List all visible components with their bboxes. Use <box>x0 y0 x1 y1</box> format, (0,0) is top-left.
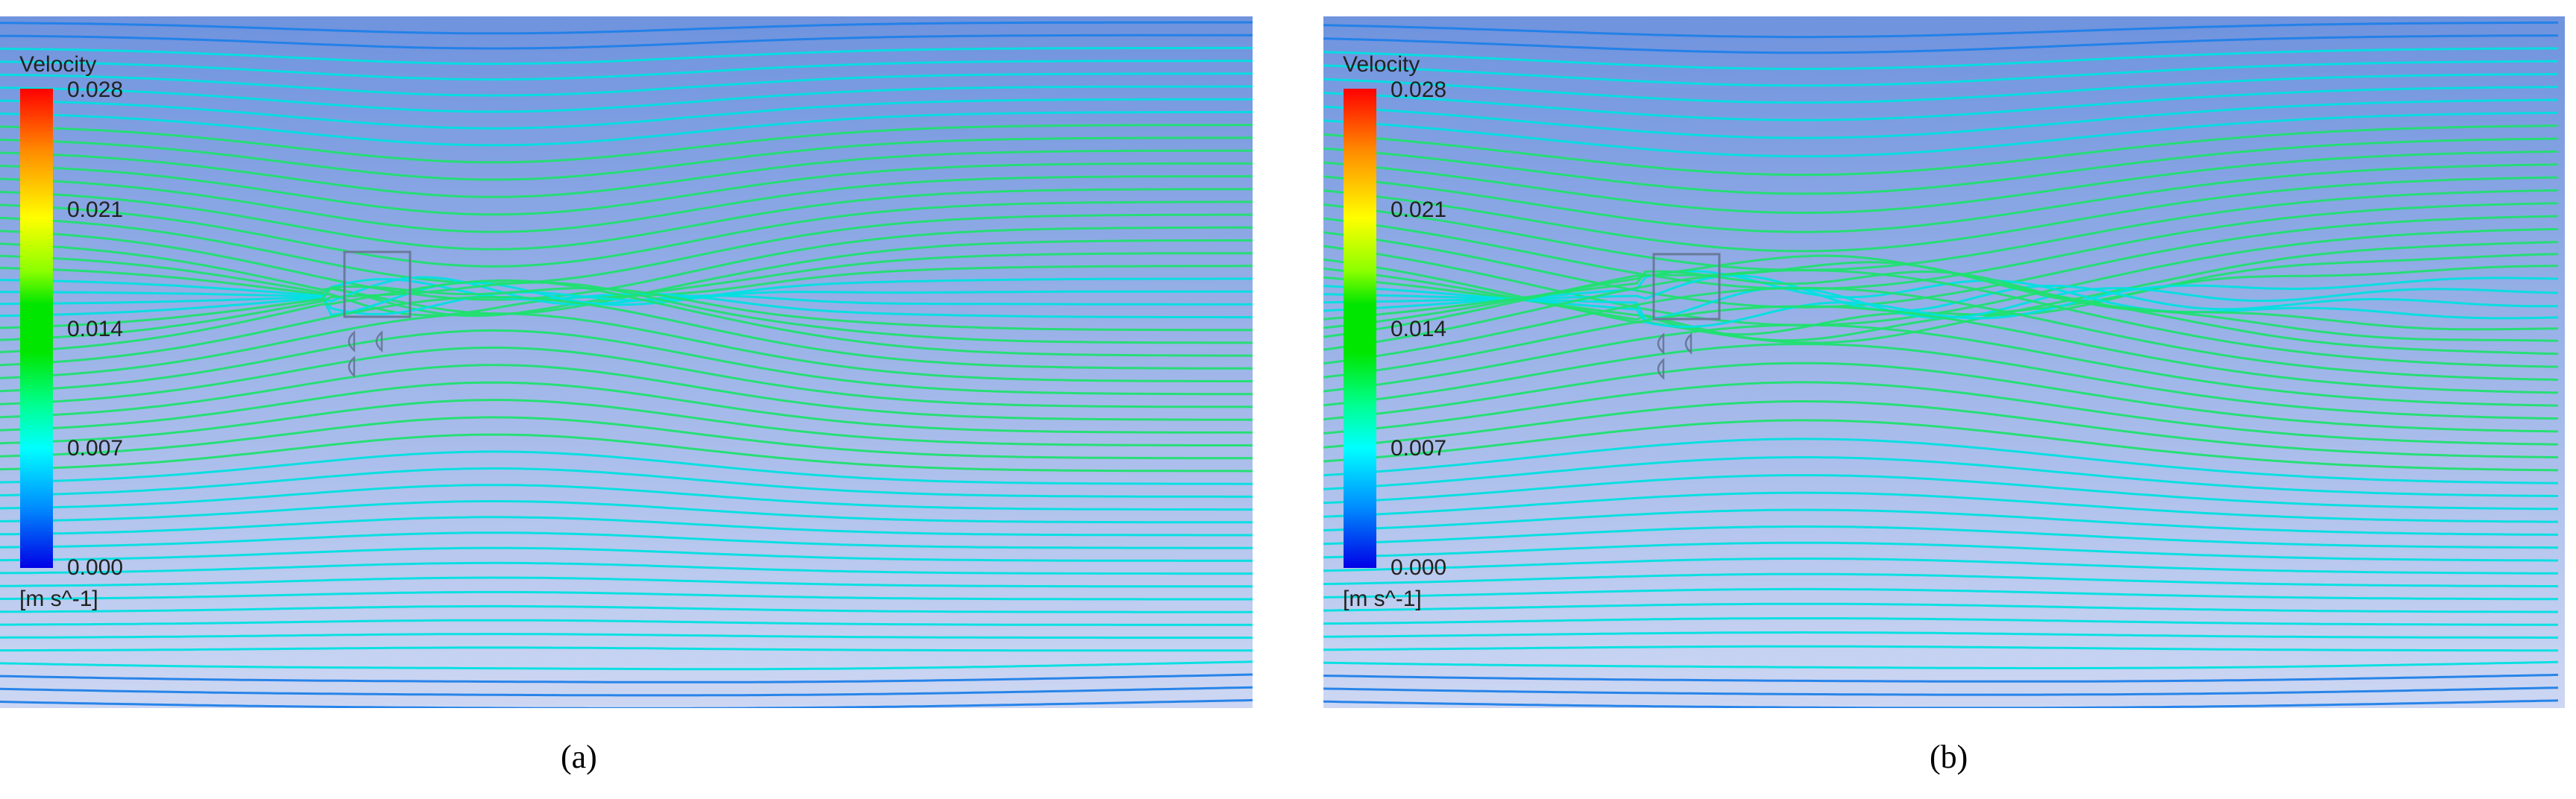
colorbar-tick: 0.028 <box>67 78 123 103</box>
colorbar-tick: 0.021 <box>1391 198 1446 223</box>
streamline-plot-a: Velocity 0.028 0.021 0.014 0.007 0.000 [… <box>0 16 1253 708</box>
colorbar-tick: 0.028 <box>1391 78 1446 103</box>
colorbar-tick: 0.007 <box>1391 436 1446 461</box>
legend-title: Velocity <box>1343 52 1420 78</box>
caption-a: (a) <box>561 738 597 776</box>
colorbar-tick: 0.000 <box>1391 555 1446 581</box>
colorbar-units: [m s^-1] <box>1343 587 1422 612</box>
streamlines-b <box>1323 16 2565 708</box>
background <box>0 16 1253 708</box>
colorbar-tick: 0.021 <box>67 198 123 223</box>
caption-b: (b) <box>1930 738 1968 776</box>
colorbar-tick: 0.014 <box>1391 317 1446 342</box>
colorbar-tick: 0.014 <box>67 317 123 342</box>
legend-title: Velocity <box>19 52 96 78</box>
colorbar <box>20 89 53 568</box>
colorbar-tick: 0.000 <box>67 555 123 581</box>
streamlines-a <box>0 16 1253 708</box>
colorbar-tick: 0.007 <box>67 436 123 461</box>
colorbar <box>1344 89 1376 568</box>
colorbar-units: [m s^-1] <box>19 587 98 612</box>
streamline-plot-b: Velocity 0.028 0.021 0.014 0.007 0.000 [… <box>1323 16 2565 708</box>
